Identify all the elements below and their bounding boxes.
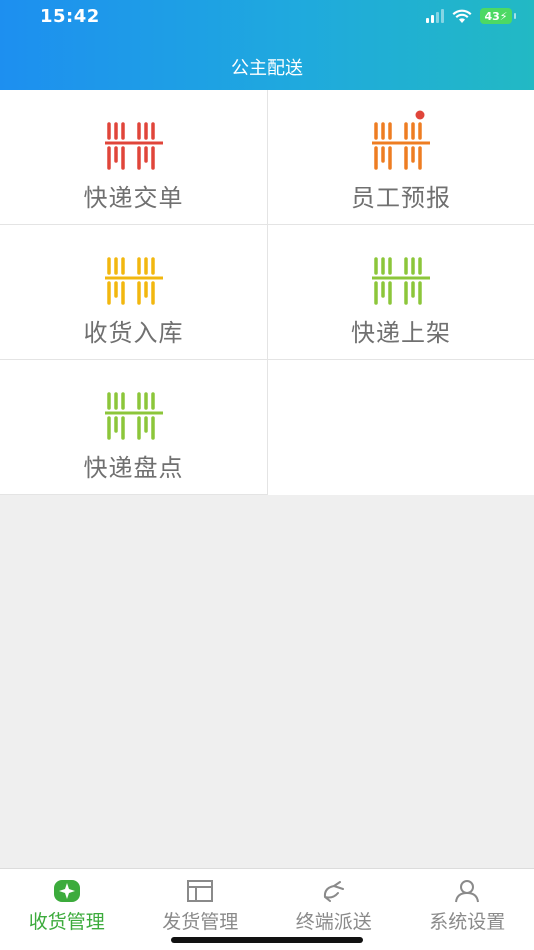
- wifi-icon: [452, 9, 472, 23]
- menu-item-express-handover[interactable]: 快递交单: [0, 90, 267, 225]
- battery-level: 43: [484, 9, 500, 23]
- user-icon: [455, 880, 480, 903]
- menu-item-staff-forecast[interactable]: 员工预报: [267, 90, 534, 225]
- page-title: 公主配送: [231, 58, 303, 79]
- charging-bolt-icon: ⚡: [499, 9, 508, 23]
- empty-cell: [267, 360, 534, 495]
- home-indicator: [171, 937, 363, 943]
- menu-item-receive-stock[interactable]: 收货入库: [0, 225, 267, 360]
- ship-icon: [187, 880, 214, 902]
- tab-label: 发货管理: [162, 911, 239, 933]
- barcode-icon: [372, 110, 430, 170]
- dispatch-icon: [323, 881, 344, 902]
- status-icons: 43 ⚡: [426, 8, 516, 24]
- battery-icon: 43 ⚡: [480, 8, 516, 24]
- menu-item-label: 快递盘点: [83, 454, 184, 482]
- tab-system-settings[interactable]: 系统设置: [401, 869, 534, 950]
- tab-label: 系统设置: [429, 911, 506, 933]
- barcode-icon: [372, 257, 430, 305]
- notification-badge: [415, 110, 425, 120]
- tab-label: 收货管理: [28, 911, 105, 933]
- menu-item-express-shelving[interactable]: 快递上架: [267, 225, 534, 360]
- menu-grid: 快递交单 员工预报 收货入库 快递上架 快递盘点: [0, 90, 534, 495]
- menu-item-label: 员工预报: [351, 184, 451, 212]
- menu-item-label: 收货入库: [83, 319, 184, 347]
- barcode-icon: [104, 122, 163, 170]
- app-header: 15:42 43 ⚡ 公主配送: [0, 0, 534, 90]
- menu-item-express-inventory[interactable]: 快递盘点: [0, 360, 267, 495]
- menu-item-label: 快递上架: [351, 319, 451, 347]
- receive-icon: [53, 880, 80, 902]
- menu-item-label: 快递交单: [83, 184, 184, 212]
- status-time: 15:42: [40, 6, 100, 27]
- tab-label: 终端派送: [295, 911, 372, 933]
- cellular-signal-icon: [426, 9, 444, 23]
- tab-receive-management[interactable]: 收货管理: [0, 869, 134, 950]
- barcode-icon: [104, 257, 163, 305]
- barcode-icon: [104, 392, 163, 440]
